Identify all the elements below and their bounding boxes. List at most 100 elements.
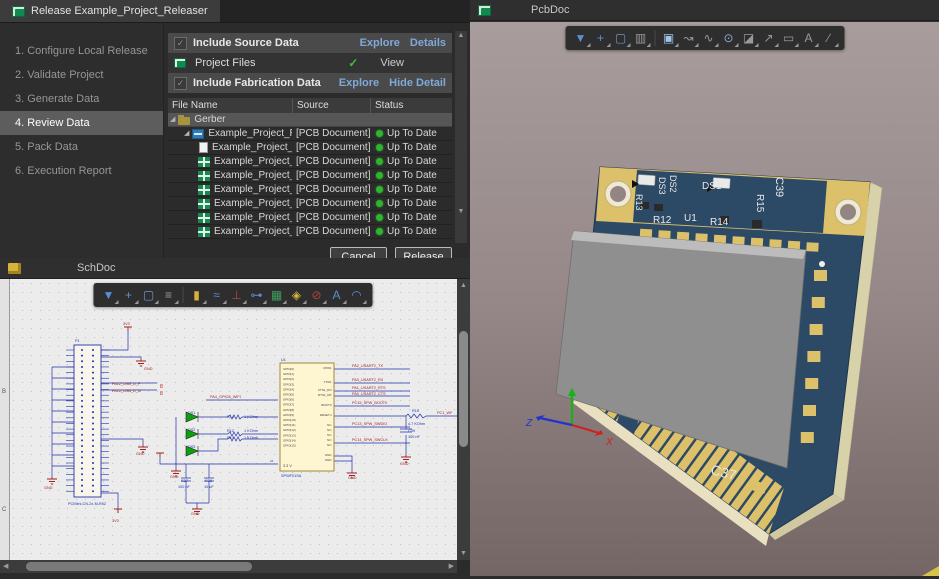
schdoc-panel: SchDoc: [0, 258, 470, 576]
status-text: Up To Date: [387, 183, 437, 196]
source-explore-link[interactable]: Explore: [360, 37, 400, 49]
step-3[interactable]: 3. Generate Data: [0, 87, 163, 111]
crosshair-icon[interactable]: +: [591, 28, 610, 48]
schdoc-tabbar[interactable]: SchDoc: [0, 258, 470, 279]
table-row[interactable]: Example_Project_R[PCB Document]Up To Dat…: [168, 183, 452, 197]
cell-file-name: Example_Project_R: [168, 141, 292, 154]
sch-text: P1: [75, 339, 80, 343]
tab-release[interactable]: Release Example_Project_Releaser: [0, 0, 220, 22]
net-label-icon[interactable]: ⊶: [247, 285, 266, 305]
pcbdoc-toolbar: ▼+▢▥ ▣↝∿⊙◪↗▭A∕: [565, 26, 844, 50]
ic-pin-label: GND: [325, 453, 333, 457]
scroll-up-icon[interactable]: ▲: [460, 279, 467, 292]
component-icon[interactable]: ▣: [659, 28, 678, 48]
step-4[interactable]: 4. Review Data: [0, 111, 163, 135]
fabrication-hide-detail-link[interactable]: Hide Detail: [389, 77, 446, 89]
fabrication-checkbox[interactable]: ✓: [174, 77, 187, 90]
gerber-icon: [198, 157, 210, 167]
schematic-canvas[interactable]: P1PCIMini-CN-2x-M-R523V3GNDPA12_USB_D_PP…: [0, 279, 465, 560]
component-icon[interactable]: ▮: [187, 285, 206, 305]
file-table-header[interactable]: File Name Source Status: [168, 98, 452, 113]
step-6[interactable]: 6. Execution Report: [0, 159, 163, 183]
project-files-view-link[interactable]: View: [380, 57, 404, 69]
directive-icon[interactable]: ◈: [287, 285, 306, 305]
table-row[interactable]: ◢ Gerber: [168, 113, 452, 127]
sch-text: PC15_SPW_BOOT0: [352, 401, 387, 405]
corner-board-sliver: [922, 566, 939, 576]
sch-text: PA2_USART2_TX: [352, 364, 383, 368]
measure-icon[interactable]: ▭: [779, 28, 798, 48]
align-icon[interactable]: ≡: [159, 285, 178, 305]
sch-text: GND: [44, 486, 53, 490]
section-include-source-data[interactable]: ✓ Include Source Data Explore Details: [168, 33, 452, 53]
scroll-left-icon[interactable]: ◀: [3, 560, 8, 573]
sch-text: DS1: [188, 411, 195, 415]
pcb-3d-canvas[interactable]: R13DS3DS2DS1R15C39R12U1R14C37 Z X ▼+▢▥▣↝…: [470, 22, 939, 576]
schematic-drawing: P1PCIMini-CN-2x-M-R523V3GNDPA12_USB_D_PP…: [0, 279, 465, 560]
section-include-fabrication-data[interactable]: ✓ Include Fabrication Data Explore Hide …: [168, 73, 452, 93]
wire-icon[interactable]: ≈: [207, 285, 226, 305]
no-erc-icon[interactable]: ⊘: [307, 285, 326, 305]
filter-icon[interactable]: ▼: [99, 285, 118, 305]
schdoc-hscrollbar[interactable]: ◀ ▶: [0, 560, 457, 573]
sch-text: 24: [270, 459, 274, 463]
sch-text: DS3: [188, 445, 195, 449]
table-row[interactable]: Example_Project_R[PCB Document]Up To Dat…: [168, 197, 452, 211]
source-details-link[interactable]: Details: [410, 37, 446, 49]
file-name: Gerber: [194, 113, 225, 126]
select-rect-icon[interactable]: ▢: [139, 285, 158, 305]
expander-icon[interactable]: ◢: [184, 127, 189, 140]
scroll-down-icon[interactable]: ▼: [460, 547, 467, 560]
column-status[interactable]: Status: [370, 98, 452, 113]
step-2[interactable]: 2. Validate Project: [0, 63, 163, 87]
sch-text: 3V3: [123, 322, 130, 326]
table-row[interactable]: Example_Project_R[PCB Document]Up To Dat…: [168, 155, 452, 169]
select-rect-icon[interactable]: ▢: [611, 28, 630, 48]
filter-icon[interactable]: ▼: [571, 28, 590, 48]
sch-text: PA3_USART2_RX: [352, 378, 384, 382]
sch-text: R12: [227, 429, 234, 433]
sch-text: 1 KOhm: [244, 436, 258, 440]
step-1[interactable]: 1. Configure Local Release: [0, 39, 163, 63]
scroll-right-icon[interactable]: ▶: [449, 560, 454, 573]
gerber-icon: [198, 199, 210, 209]
cell-source: [PCB Document]: [292, 169, 370, 182]
route-icon[interactable]: ↝: [679, 28, 698, 48]
sch-text: U1: [281, 358, 286, 362]
part-icon[interactable]: ▦: [267, 285, 286, 305]
cell-file-name: ◢ Gerber: [168, 113, 292, 126]
content-scrollbar[interactable]: ▲ ▼: [455, 31, 467, 243]
project-files-row[interactable]: Project Files ✓ View: [168, 53, 452, 73]
table-row[interactable]: Example_Project_R[PCB Document]Up To Dat…: [168, 169, 452, 183]
line-icon[interactable]: ∕: [819, 28, 838, 48]
schdoc-tab-icon: [8, 263, 21, 274]
scroll-down-icon[interactable]: ▼: [455, 208, 467, 215]
scroll-up-icon[interactable]: ▲: [455, 32, 467, 39]
arc-icon[interactable]: ◠: [347, 285, 366, 305]
table-row[interactable]: Example_Project_R[PCB Document]Up To Dat…: [168, 225, 452, 239]
text-icon[interactable]: A: [327, 285, 346, 305]
cell-status: Up To Date: [370, 211, 452, 224]
power-port-icon[interactable]: ⊥: [227, 285, 246, 305]
fabrication-explore-link[interactable]: Explore: [339, 77, 379, 89]
column-file-name[interactable]: File Name: [168, 98, 292, 113]
source-checkbox[interactable]: ✓: [174, 37, 187, 50]
table-row[interactable]: Example_Project_R[PCB Document]Up To Dat…: [168, 141, 452, 155]
pcbdoc-tabbar[interactable]: PcbDoc: [470, 0, 939, 21]
dimension-icon[interactable]: ↗: [759, 28, 778, 48]
vscroll-thumb[interactable]: [459, 331, 468, 447]
text-icon[interactable]: A: [799, 28, 818, 48]
expander-icon[interactable]: ◢: [170, 113, 175, 126]
tune-icon[interactable]: ∿: [699, 28, 718, 48]
crosshair-icon[interactable]: +: [119, 285, 138, 305]
schdoc-vscrollbar[interactable]: ▲ ▼: [457, 279, 470, 560]
polygon-icon[interactable]: ◪: [739, 28, 758, 48]
table-row[interactable]: Example_Project_R[PCB Document]Up To Dat…: [168, 211, 452, 225]
via-icon[interactable]: ⊙: [719, 28, 738, 48]
hscroll-thumb[interactable]: [26, 562, 252, 571]
step-5[interactable]: 5. Pack Data: [0, 135, 163, 159]
board-insight-icon[interactable]: ▥: [631, 28, 650, 48]
cell-source: [PCB Document]: [292, 155, 370, 168]
column-source[interactable]: Source: [292, 98, 370, 113]
table-row[interactable]: ◢Example_Project_Relea[PCB Document]Up T…: [168, 127, 452, 141]
